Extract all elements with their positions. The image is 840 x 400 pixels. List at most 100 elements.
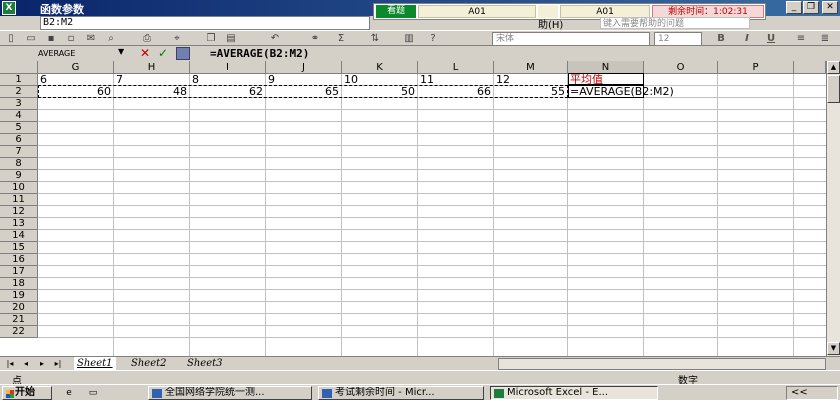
column-header[interactable]: J: [266, 61, 342, 74]
email-icon[interactable]: ✉: [84, 33, 98, 45]
enter-icon[interactable]: ✓: [158, 46, 168, 60]
horizontal-scrollbar[interactable]: [498, 358, 826, 370]
help-icon[interactable]: ?: [426, 33, 440, 45]
cancel-icon[interactable]: ✕: [140, 46, 150, 60]
new-icon[interactable]: ▯: [4, 33, 18, 45]
windows-logo-icon: [6, 390, 14, 398]
row-header[interactable]: 8: [0, 158, 38, 170]
tray-expand[interactable]: <<: [791, 387, 808, 398]
research-icon[interactable]: ⌖: [170, 33, 184, 45]
row-header[interactable]: 10: [0, 182, 38, 194]
row-header[interactable]: 17: [0, 266, 38, 278]
scroll-up-icon[interactable]: ▲: [827, 61, 840, 74]
select-all-corner[interactable]: [0, 61, 38, 74]
autosum-icon[interactable]: Σ: [334, 33, 348, 45]
save-icon[interactable]: ▪: [44, 33, 58, 45]
cell-j2[interactable]: 65: [266, 86, 341, 98]
permission-icon[interactable]: ▫: [64, 33, 78, 45]
cell-m2[interactable]: 55: [494, 86, 567, 98]
row-header[interactable]: 3: [0, 98, 38, 110]
column-header-extra[interactable]: [794, 61, 826, 74]
row-header[interactable]: 9: [0, 170, 38, 182]
start-button[interactable]: 开始: [2, 386, 52, 400]
view-question-button[interactable]: 看题: [376, 5, 416, 18]
row-header[interactable]: 7: [0, 146, 38, 158]
column-header[interactable]: O: [644, 61, 718, 74]
close-icon[interactable]: ✕: [822, 1, 838, 14]
cell-g2[interactable]: 60: [38, 86, 113, 98]
task-label: Microsoft Excel - E...: [507, 387, 608, 398]
row-header[interactable]: 11: [0, 194, 38, 206]
align-left-icon[interactable]: ≡: [794, 33, 808, 45]
font-size-select[interactable]: 12: [654, 32, 702, 46]
cell-k2[interactable]: 50: [342, 86, 417, 98]
grid-line: [38, 181, 826, 182]
function-args-range-input[interactable]: B2:M2: [40, 16, 370, 30]
prev-sheet-icon[interactable]: ◂: [20, 358, 32, 369]
row-header[interactable]: 18: [0, 278, 38, 290]
row-header[interactable]: 1: [0, 74, 38, 86]
underline-button[interactable]: U: [764, 33, 778, 45]
row-header[interactable]: 4: [0, 110, 38, 122]
row-header[interactable]: 22: [0, 326, 38, 338]
row-header[interactable]: 6: [0, 134, 38, 146]
task-button-browser[interactable]: 全国网络学院统一测...: [148, 386, 312, 400]
task-button-exam[interactable]: 考试剩余时间 - Micr...: [318, 386, 484, 400]
row-header[interactable]: 20: [0, 302, 38, 314]
chevron-down-icon[interactable]: ▼: [118, 47, 124, 56]
row-header[interactable]: 12: [0, 206, 38, 218]
ie-icon[interactable]: e: [62, 387, 76, 399]
row-header[interactable]: 2: [0, 86, 38, 98]
sort-ascending-icon[interactable]: ⇅: [368, 33, 382, 45]
help-search-input[interactable]: 键入需要帮助的问题: [600, 17, 750, 29]
row-header[interactable]: 19: [0, 290, 38, 302]
column-header[interactable]: G: [38, 61, 114, 74]
vertical-scrollbar[interactable]: ▲ ▼: [826, 61, 840, 356]
open-icon[interactable]: ▭: [24, 33, 38, 45]
row-header[interactable]: 14: [0, 230, 38, 242]
print-icon[interactable]: ⎙: [140, 33, 154, 45]
last-sheet-icon[interactable]: ▸|: [52, 358, 64, 369]
next-sheet-icon[interactable]: ▸: [36, 358, 48, 369]
show-desktop-icon[interactable]: ▭: [86, 387, 100, 399]
grid-line: [38, 337, 826, 338]
paste-icon[interactable]: ▤: [224, 33, 238, 45]
task-label: 全国网络学院统一测...: [165, 387, 265, 398]
hyperlink-icon[interactable]: ⚭: [308, 33, 322, 45]
system-tray[interactable]: <<: [786, 386, 838, 400]
cell-n2-active[interactable]: =AVERAGE(B2:M2): [568, 85, 674, 98]
first-sheet-icon[interactable]: |◂: [4, 358, 16, 369]
italic-button[interactable]: I: [740, 33, 754, 45]
cell-i2[interactable]: 62: [190, 86, 265, 98]
sheet-tab-1[interactable]: Sheet1: [74, 357, 116, 370]
column-header[interactable]: H: [114, 61, 190, 74]
align-center-icon[interactable]: ≣: [818, 33, 832, 45]
task-button-excel[interactable]: Microsoft Excel - E...: [490, 386, 658, 400]
sheet-tab-2[interactable]: Sheet2: [128, 357, 170, 370]
font-name-select[interactable]: 宋体: [492, 32, 650, 46]
formula-input[interactable]: =AVERAGE(B2:M2): [210, 47, 309, 60]
scroll-down-icon[interactable]: ▼: [827, 342, 840, 355]
copy-icon[interactable]: ❐: [204, 33, 218, 45]
help-menu[interactable]: 助(H): [538, 16, 563, 31]
row-header[interactable]: 21: [0, 314, 38, 326]
scroll-thumb[interactable]: [827, 75, 840, 103]
cell-h2[interactable]: 48: [114, 86, 189, 98]
insert-function-icon[interactable]: [176, 47, 190, 60]
sheet-tab-3[interactable]: Sheet3: [184, 357, 226, 370]
column-header[interactable]: I: [190, 61, 266, 74]
minimize-icon[interactable]: _: [786, 1, 802, 14]
cell-l2[interactable]: 66: [418, 86, 493, 98]
column-header[interactable]: P: [718, 61, 794, 74]
row-header[interactable]: 15: [0, 242, 38, 254]
worksheet-grid[interactable]: G H I J K L M N O P 1 2 3 4 5 6 7 8 9 10…: [0, 61, 840, 356]
row-header[interactable]: 16: [0, 254, 38, 266]
bold-button[interactable]: B: [714, 33, 728, 45]
chart-icon[interactable]: ▥: [402, 33, 416, 45]
undo-icon[interactable]: ↶: [268, 33, 282, 45]
restore-icon[interactable]: ❐: [803, 1, 819, 14]
search-icon[interactable]: ⌕: [104, 33, 118, 45]
row-header[interactable]: 13: [0, 218, 38, 230]
cell-n1[interactable]: 平均值: [568, 73, 644, 86]
row-header[interactable]: 5: [0, 122, 38, 134]
